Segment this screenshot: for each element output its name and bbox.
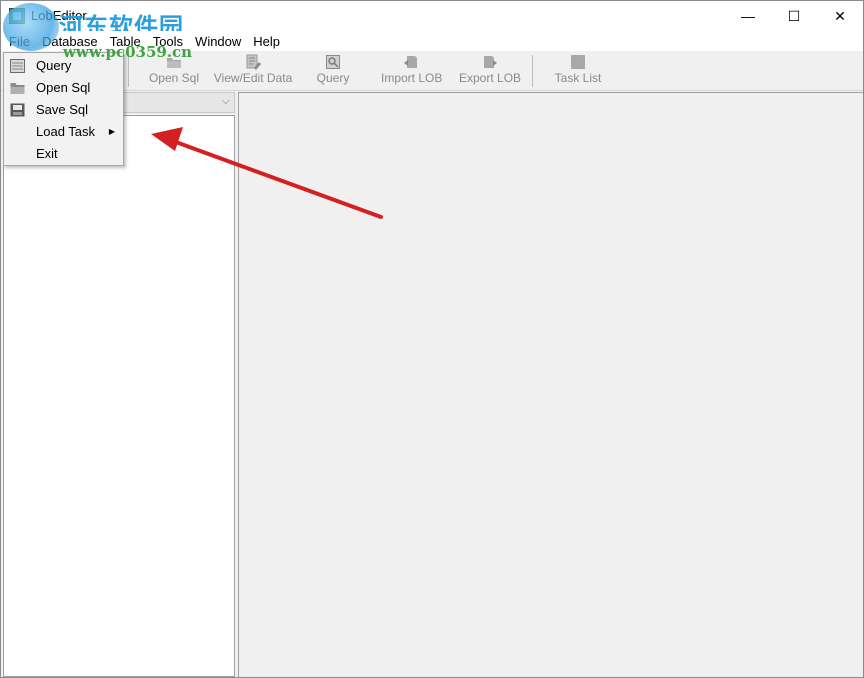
view-edit-data-label: View/Edit Data <box>213 71 293 85</box>
menu-help[interactable]: Help <box>247 31 286 51</box>
file-menu-load-task-label: Load Task <box>36 124 96 139</box>
query-button[interactable]: Query <box>313 54 353 88</box>
submenu-arrow-icon: ▶ <box>108 127 115 136</box>
view-edit-data-button[interactable]: View/Edit Data <box>213 54 293 88</box>
import-lob-label: Import LOB <box>381 71 443 85</box>
file-menu-exit[interactable]: Exit <box>4 143 123 165</box>
menu-window[interactable]: Window <box>189 31 247 51</box>
query-icon <box>10 59 25 73</box>
app-window: LobEditor 河东软件园 — ☐ ✕ File Database Tabl… <box>0 0 864 678</box>
file-menu-save-sql-label: Save Sql <box>36 102 89 117</box>
file-menu-open-sql-label: Open Sql <box>36 80 91 95</box>
maximize-button[interactable]: ☐ <box>771 1 817 31</box>
folder-icon <box>10 83 25 94</box>
import-lob-button[interactable]: Import LOB <box>381 54 443 88</box>
save-icon <box>10 103 25 117</box>
close-button[interactable]: ✕ <box>817 1 863 31</box>
toolbar-separator <box>532 55 533 87</box>
task-list-label: Task List <box>554 71 602 85</box>
open-sql-label: Open Sql <box>148 71 200 85</box>
chevron-down-icon[interactable]: ⌵ <box>222 95 230 108</box>
file-menu-dropdown: Query Open Sql Save Sql Load Task ▶ Exit <box>3 52 124 166</box>
watermark-url: www.pc0359.cn <box>63 43 193 61</box>
edit-data-icon <box>246 54 261 70</box>
file-menu-load-task[interactable]: Load Task ▶ <box>4 121 123 143</box>
watermark-logo <box>3 3 59 51</box>
export-icon <box>484 56 497 68</box>
title-bar[interactable]: LobEditor 河东软件园 — ☐ ✕ <box>1 1 863 51</box>
export-lob-label: Export LOB <box>459 71 522 85</box>
window-controls: — ☐ ✕ <box>725 1 863 31</box>
task-list-icon <box>571 55 585 69</box>
file-menu-save-sql[interactable]: Save Sql <box>4 99 123 121</box>
file-menu-exit-label: Exit <box>36 146 58 161</box>
export-lob-button[interactable]: Export LOB <box>459 54 521 88</box>
object-tree-panel[interactable] <box>3 115 235 677</box>
query-icon <box>326 55 340 69</box>
import-icon <box>404 56 417 68</box>
mdi-workspace[interactable] <box>238 92 863 677</box>
minimize-button[interactable]: — <box>725 1 771 31</box>
file-menu-open-sql[interactable]: Open Sql <box>4 77 123 99</box>
query-label: Query <box>316 71 350 85</box>
task-list-button[interactable]: Task List <box>549 54 607 88</box>
